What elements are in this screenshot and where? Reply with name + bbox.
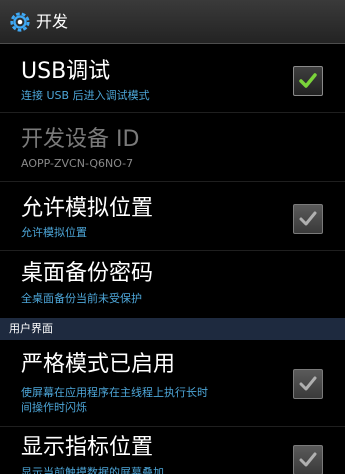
setting-summary: AOPP-ZVCN-Q6NO-7: [21, 157, 134, 170]
setting-pointer-location[interactable]: 显示指标位置 显示当前触摸数据的屏幕叠加: [0, 427, 345, 474]
check-icon: [299, 211, 317, 226]
setting-usb-debugging[interactable]: USB调试 连接 USB 后进入调试模式: [0, 46, 345, 112]
setting-backup-password[interactable]: 桌面备份密码 全桌面备份当前未受保护: [0, 251, 345, 318]
setting-title: 开发设备 ID: [21, 127, 140, 152]
setting-mock-location[interactable]: 允许模拟位置 允许模拟位置: [0, 182, 345, 250]
setting-summary: 允许模拟位置: [21, 226, 87, 239]
setting-title: 显示指标位置: [21, 435, 154, 460]
section-header-label: 用户界面: [9, 322, 53, 335]
action-bar: 开发: [0, 0, 345, 44]
setting-title: USB调试: [21, 59, 111, 84]
pointer-location-checkbox[interactable]: [293, 445, 323, 474]
check-icon: [299, 73, 317, 88]
setting-strict-mode[interactable]: 严格模式已启用 使屏幕在应用程序在主线程上执行长时 间操作时闪烁: [0, 341, 345, 426]
setting-summary-line1: 使屏幕在应用程序在主线程上执行长时: [21, 386, 208, 399]
gear-icon: [10, 12, 30, 32]
setting-summary: 连接 USB 后进入调试模式: [21, 89, 150, 102]
setting-device-id: 开发设备 ID AOPP-ZVCN-Q6NO-7: [0, 113, 345, 181]
setting-title: 严格模式已启用: [21, 352, 176, 377]
check-icon: [299, 452, 317, 467]
section-header-ui: 用户界面: [0, 318, 345, 340]
usb-debugging-checkbox[interactable]: [293, 66, 323, 96]
strict-mode-checkbox[interactable]: [293, 369, 323, 399]
setting-title: 桌面备份密码: [21, 261, 154, 286]
setting-summary: 全桌面备份当前未受保护: [21, 292, 142, 305]
setting-title: 允许模拟位置: [21, 196, 154, 221]
check-icon: [299, 376, 317, 391]
setting-summary: 显示当前触摸数据的屏幕叠加: [21, 466, 164, 474]
page-title: 开发: [36, 12, 69, 31]
setting-summary-line2: 间操作时闪烁: [21, 401, 87, 414]
mock-location-checkbox[interactable]: [293, 204, 323, 234]
